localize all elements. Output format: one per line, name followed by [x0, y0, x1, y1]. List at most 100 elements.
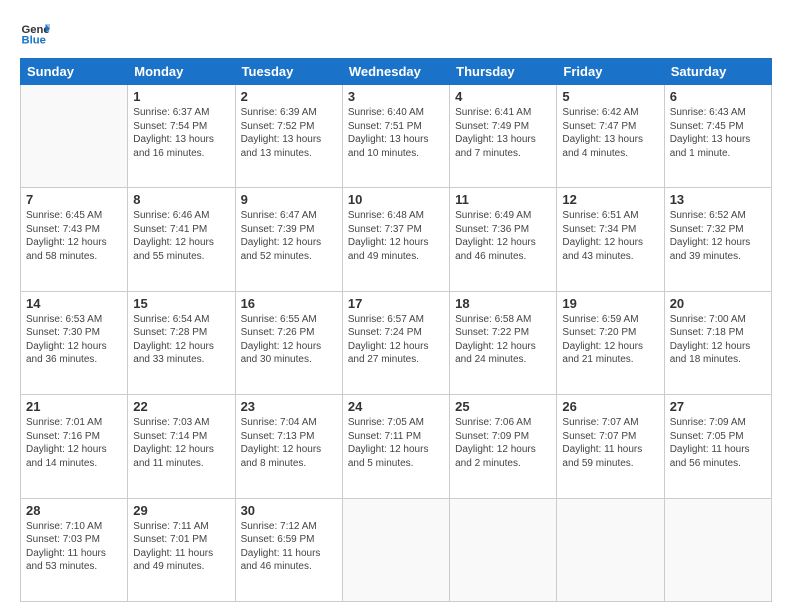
- calendar-cell: [21, 85, 128, 188]
- day-info: Sunrise: 6:43 AMSunset: 7:45 PMDaylight:…: [670, 106, 766, 160]
- day-number: 27: [670, 399, 766, 414]
- day-info: Sunrise: 6:45 AMSunset: 7:43 PMDaylight:…: [26, 209, 122, 263]
- calendar-cell: 14 Sunrise: 6:53 AMSunset: 7:30 PMDayligh…: [21, 291, 128, 394]
- logo: General Blue: [20, 18, 54, 48]
- day-number: 10: [348, 192, 444, 207]
- calendar-cell: 10 Sunrise: 6:48 AMSunset: 7:37 PMDayligh…: [342, 188, 449, 291]
- calendar-cell: 27 Sunrise: 7:09 AMSunset: 7:05 PMDayligh…: [664, 395, 771, 498]
- calendar-cell: 18 Sunrise: 6:58 AMSunset: 7:22 PMDayligh…: [450, 291, 557, 394]
- day-number: 1: [133, 89, 229, 104]
- calendar-header-row: SundayMondayTuesdayWednesdayThursdayFrid…: [21, 59, 772, 85]
- logo-icon: General Blue: [20, 18, 50, 48]
- calendar-cell: 8 Sunrise: 6:46 AMSunset: 7:41 PMDaylight…: [128, 188, 235, 291]
- calendar-cell: 7 Sunrise: 6:45 AMSunset: 7:43 PMDaylight…: [21, 188, 128, 291]
- day-info: Sunrise: 6:42 AMSunset: 7:47 PMDaylight:…: [562, 106, 658, 160]
- day-info: Sunrise: 6:48 AMSunset: 7:37 PMDaylight:…: [348, 209, 444, 263]
- calendar-week-5: 28 Sunrise: 7:10 AMSunset: 7:03 PMDayligh…: [21, 498, 772, 601]
- calendar-cell: 21 Sunrise: 7:01 AMSunset: 7:16 PMDayligh…: [21, 395, 128, 498]
- day-number: 7: [26, 192, 122, 207]
- day-info: Sunrise: 6:52 AMSunset: 7:32 PMDaylight:…: [670, 209, 766, 263]
- calendar-cell: 1 Sunrise: 6:37 AMSunset: 7:54 PMDaylight…: [128, 85, 235, 188]
- day-info: Sunrise: 7:12 AMSunset: 6:59 PMDaylight:…: [241, 520, 337, 574]
- page-header: General Blue: [20, 18, 772, 48]
- day-number: 12: [562, 192, 658, 207]
- day-number: 5: [562, 89, 658, 104]
- col-header-sunday: Sunday: [21, 59, 128, 85]
- day-info: Sunrise: 6:55 AMSunset: 7:26 PMDaylight:…: [241, 313, 337, 367]
- day-info: Sunrise: 7:09 AMSunset: 7:05 PMDaylight:…: [670, 416, 766, 470]
- calendar-cell: [664, 498, 771, 601]
- day-number: 20: [670, 296, 766, 311]
- calendar-cell: 23Sunrise: 7:04 AMSunset: 7:13 PMDayligh…: [235, 395, 342, 498]
- day-number: 14: [26, 296, 122, 311]
- day-info: Sunrise: 6:59 AMSunset: 7:20 PMDaylight:…: [562, 313, 658, 367]
- calendar-week-3: 14 Sunrise: 6:53 AMSunset: 7:30 PMDayligh…: [21, 291, 772, 394]
- day-number: 23: [241, 399, 337, 414]
- calendar-cell: 17Sunrise: 6:57 AMSunset: 7:24 PMDayligh…: [342, 291, 449, 394]
- day-number: 28: [26, 503, 122, 518]
- calendar-cell: 15 Sunrise: 6:54 AMSunset: 7:28 PMDayligh…: [128, 291, 235, 394]
- calendar-cell: [342, 498, 449, 601]
- day-info: Sunrise: 7:06 AMSunset: 7:09 PMDaylight:…: [455, 416, 551, 470]
- day-number: 18: [455, 296, 551, 311]
- day-number: 30: [241, 503, 337, 518]
- day-number: 9: [241, 192, 337, 207]
- day-info: Sunrise: 6:58 AMSunset: 7:22 PMDaylight:…: [455, 313, 551, 367]
- day-number: 2: [241, 89, 337, 104]
- day-info: Sunrise: 7:00 AMSunset: 7:18 PMDaylight:…: [670, 313, 766, 367]
- calendar-cell: [450, 498, 557, 601]
- day-number: 21: [26, 399, 122, 414]
- calendar-cell: 30 Sunrise: 7:12 AMSunset: 6:59 PMDayligh…: [235, 498, 342, 601]
- day-number: 8: [133, 192, 229, 207]
- day-info: Sunrise: 7:07 AMSunset: 7:07 PMDaylight:…: [562, 416, 658, 470]
- calendar-cell: 6 Sunrise: 6:43 AMSunset: 7:45 PMDaylight…: [664, 85, 771, 188]
- day-number: 24: [348, 399, 444, 414]
- col-header-wednesday: Wednesday: [342, 59, 449, 85]
- day-info: Sunrise: 7:01 AMSunset: 7:16 PMDaylight:…: [26, 416, 122, 470]
- day-number: 11: [455, 192, 551, 207]
- day-number: 6: [670, 89, 766, 104]
- calendar-cell: 9Sunrise: 6:47 AMSunset: 7:39 PMDaylight…: [235, 188, 342, 291]
- calendar-cell: 25 Sunrise: 7:06 AMSunset: 7:09 PMDayligh…: [450, 395, 557, 498]
- calendar-cell: 20 Sunrise: 7:00 AMSunset: 7:18 PMDayligh…: [664, 291, 771, 394]
- day-number: 4: [455, 89, 551, 104]
- day-info: Sunrise: 6:53 AMSunset: 7:30 PMDaylight:…: [26, 313, 122, 367]
- day-info: Sunrise: 6:49 AMSunset: 7:36 PMDaylight:…: [455, 209, 551, 263]
- calendar-cell: 28 Sunrise: 7:10 AMSunset: 7:03 PMDayligh…: [21, 498, 128, 601]
- day-number: 17: [348, 296, 444, 311]
- day-number: 25: [455, 399, 551, 414]
- calendar: SundayMondayTuesdayWednesdayThursdayFrid…: [20, 58, 772, 602]
- day-info: Sunrise: 6:40 AMSunset: 7:51 PMDaylight:…: [348, 106, 444, 160]
- day-number: 19: [562, 296, 658, 311]
- col-header-thursday: Thursday: [450, 59, 557, 85]
- day-number: 22: [133, 399, 229, 414]
- calendar-cell: 4Sunrise: 6:41 AMSunset: 7:49 PMDaylight…: [450, 85, 557, 188]
- day-info: Sunrise: 7:10 AMSunset: 7:03 PMDaylight:…: [26, 520, 122, 574]
- day-info: Sunrise: 6:54 AMSunset: 7:28 PMDaylight:…: [133, 313, 229, 367]
- calendar-cell: 11 Sunrise: 6:49 AMSunset: 7:36 PMDayligh…: [450, 188, 557, 291]
- calendar-cell: 29 Sunrise: 7:11 AMSunset: 7:01 PMDayligh…: [128, 498, 235, 601]
- calendar-cell: 22 Sunrise: 7:03 AMSunset: 7:14 PMDayligh…: [128, 395, 235, 498]
- calendar-cell: 16Sunrise: 6:55 AMSunset: 7:26 PMDayligh…: [235, 291, 342, 394]
- day-info: Sunrise: 7:11 AMSunset: 7:01 PMDaylight:…: [133, 520, 229, 574]
- calendar-cell: 19 Sunrise: 6:59 AMSunset: 7:20 PMDayligh…: [557, 291, 664, 394]
- calendar-cell: 5 Sunrise: 6:42 AMSunset: 7:47 PMDaylight…: [557, 85, 664, 188]
- calendar-week-1: 1 Sunrise: 6:37 AMSunset: 7:54 PMDaylight…: [21, 85, 772, 188]
- day-info: Sunrise: 6:37 AMSunset: 7:54 PMDaylight:…: [133, 106, 229, 160]
- calendar-cell: 26 Sunrise: 7:07 AMSunset: 7:07 PMDayligh…: [557, 395, 664, 498]
- col-header-friday: Friday: [557, 59, 664, 85]
- day-info: Sunrise: 6:46 AMSunset: 7:41 PMDaylight:…: [133, 209, 229, 263]
- day-number: 13: [670, 192, 766, 207]
- col-header-tuesday: Tuesday: [235, 59, 342, 85]
- day-info: Sunrise: 6:51 AMSunset: 7:34 PMDaylight:…: [562, 209, 658, 263]
- calendar-cell: [557, 498, 664, 601]
- day-number: 29: [133, 503, 229, 518]
- calendar-cell: 24 Sunrise: 7:05 AMSunset: 7:11 PMDayligh…: [342, 395, 449, 498]
- day-number: 15: [133, 296, 229, 311]
- col-header-saturday: Saturday: [664, 59, 771, 85]
- day-number: 26: [562, 399, 658, 414]
- day-info: Sunrise: 7:05 AMSunset: 7:11 PMDaylight:…: [348, 416, 444, 470]
- calendar-week-2: 7 Sunrise: 6:45 AMSunset: 7:43 PMDaylight…: [21, 188, 772, 291]
- calendar-cell: 12 Sunrise: 6:51 AMSunset: 7:34 PMDayligh…: [557, 188, 664, 291]
- day-info: Sunrise: 7:03 AMSunset: 7:14 PMDaylight:…: [133, 416, 229, 470]
